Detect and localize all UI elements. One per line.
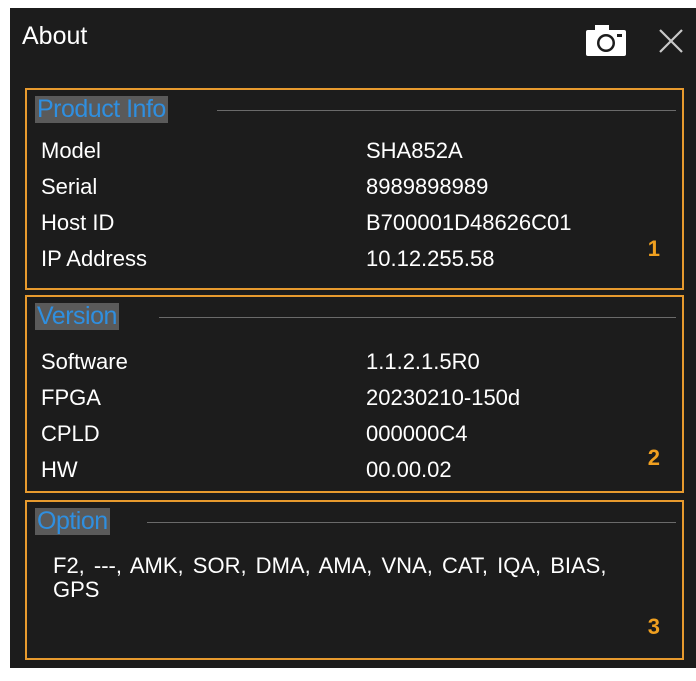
close-button[interactable] [656,26,686,56]
version-section: Version Software 1.1.2.1.5R0 FPGA 202302… [25,295,684,493]
version-heading: Version [35,302,119,330]
about-dialog: About Product Info Model SHA852A Serial … [10,8,696,668]
option-heading: Option [35,507,110,535]
screenshot-button[interactable] [584,24,630,58]
option-section: Option F2, ---, AMK, SOR, DMA, AMA, VNA,… [25,500,684,660]
fpga-label: FPGA [41,385,101,410]
section-marker-3: 3 [647,614,660,639]
host-id-value: B700001D48626C01 [366,210,572,235]
section-marker-2: 2 [647,445,660,470]
section-divider [217,110,676,111]
product-info-section: Product Info Model SHA852A Serial 898989… [25,88,684,290]
serial-label: Serial [41,174,98,199]
cpld-label: CPLD [41,421,100,446]
hw-value: 00.00.02 [366,457,452,482]
fpga-value: 20230210-150d [366,385,521,410]
serial-value: 8989898989 [366,174,489,199]
software-label: Software [41,349,128,374]
ip-address-label: IP Address [41,246,147,271]
close-icon [659,29,683,53]
host-id-label: Host ID [41,210,115,235]
cpld-value: 000000C4 [366,421,468,446]
software-value: 1.1.2.1.5R0 [366,349,480,374]
section-divider [147,522,676,523]
ip-address-value: 10.12.255.58 [366,246,495,271]
section-divider [159,317,676,318]
dialog-title: About [22,22,88,50]
option-list: F2, ---, AMK, SOR, DMA, AMA, VNA, CAT, I… [53,553,607,602]
hw-label: HW [41,457,78,482]
section-marker-1: 1 [647,236,660,261]
camera-icon [586,25,626,56]
product-info-heading: Product Info [35,95,168,123]
model-label: Model [41,138,101,163]
model-value: SHA852A [366,138,463,163]
